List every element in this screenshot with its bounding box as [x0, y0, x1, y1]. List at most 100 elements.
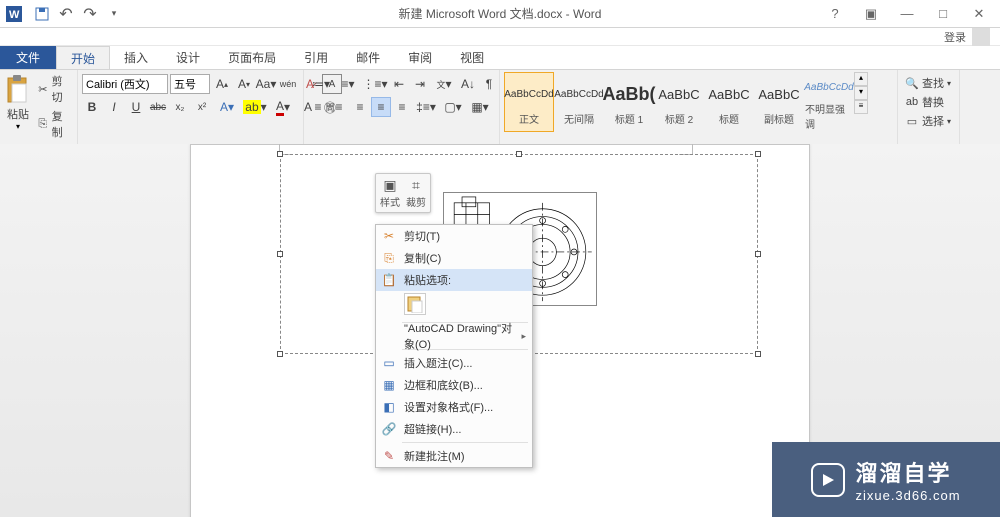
tab-review[interactable]: 审阅	[394, 46, 446, 69]
style-subtle-emphasis[interactable]: AaBbCcDd不明显强调	[804, 72, 854, 132]
paste-icon: 📋	[381, 272, 397, 288]
style-no-spacing[interactable]: AaBbCcDd无间隔	[554, 72, 604, 132]
tab-home[interactable]: 开始	[56, 46, 110, 69]
style-heading2[interactable]: AaBbC标题 2	[654, 72, 704, 132]
paste-button[interactable]: 粘贴 ▾	[4, 72, 32, 131]
strike-button[interactable]: abc	[148, 97, 168, 117]
resize-handle[interactable]	[277, 251, 283, 257]
align-left-button[interactable]: ≡	[308, 97, 328, 117]
tab-layout[interactable]: 页面布局	[214, 46, 290, 69]
ctx-borders[interactable]: ▦ 边框和底纹(B)...	[376, 374, 532, 396]
find-button[interactable]: 🔍查找▾	[902, 74, 954, 92]
ctx-hyperlink[interactable]: 🔗 超链接(H)...	[376, 418, 532, 440]
minimize-icon[interactable]: ―	[894, 4, 920, 24]
tab-file[interactable]: 文件	[0, 46, 56, 69]
ribbon-display-icon[interactable]: ▣	[858, 4, 884, 24]
sort-button[interactable]: A↓	[458, 74, 478, 94]
shading-button[interactable]: ▢▾	[440, 97, 466, 117]
ctx-autocad-object[interactable]: "AutoCAD Drawing"对象(O) ▸	[376, 325, 532, 347]
subscript-button[interactable]: x₂	[170, 97, 190, 117]
watermark-en: zixue.3d66.com	[855, 488, 960, 503]
change-case-button[interactable]: Aa▾	[256, 74, 276, 94]
increase-indent-button[interactable]: ⇥	[410, 74, 430, 94]
font-name-select[interactable]	[82, 74, 168, 94]
qat-more[interactable]: ▾	[104, 4, 124, 24]
close-icon[interactable]: ✕	[966, 4, 992, 24]
tab-design[interactable]: 设计	[162, 46, 214, 69]
align-center-button[interactable]: ≡	[329, 97, 349, 117]
resize-handle[interactable]	[755, 351, 761, 357]
font-size-select[interactable]	[170, 74, 210, 94]
tab-view[interactable]: 视图	[446, 46, 498, 69]
ctx-new-comment[interactable]: ✎ 新建批注(M)	[376, 445, 532, 467]
decrease-indent-button[interactable]: ⇤	[389, 74, 409, 94]
justify-button[interactable]: ≡	[371, 97, 391, 117]
show-marks-button[interactable]: ¶	[479, 74, 499, 94]
style-subtitle[interactable]: AaBbC副标题	[754, 72, 804, 132]
resize-handle[interactable]	[277, 351, 283, 357]
style-icon: ▣	[383, 177, 396, 194]
align-right-button[interactable]: ≡	[350, 97, 370, 117]
qat-save[interactable]	[32, 4, 52, 24]
ctx-cut[interactable]: ✂ 剪切(T)	[376, 225, 532, 247]
ctx-copy[interactable]: ⎘ 复制(C)	[376, 247, 532, 269]
ctx-paste-options-sub	[376, 291, 532, 320]
borders-icon: ▦	[381, 377, 397, 393]
paste-option-keep-source[interactable]	[404, 293, 426, 315]
ctx-insert-caption[interactable]: ▭ 插入题注(C)...	[376, 352, 532, 374]
maximize-icon[interactable]: □	[930, 4, 956, 24]
copy-button[interactable]: ⎘复制	[34, 107, 73, 141]
line-spacing-button[interactable]: ‡≡▾	[413, 97, 439, 117]
cut-button[interactable]: ✂剪切	[34, 72, 73, 106]
text-effects-button[interactable]: A▾	[214, 97, 240, 117]
numbering-button[interactable]: ≡▾	[335, 74, 361, 94]
qat-undo[interactable]: ↶	[56, 4, 76, 24]
underline-button[interactable]: U	[126, 97, 146, 117]
style-normal[interactable]: AaBbCcDd正文	[504, 72, 554, 132]
styles-scroll-up[interactable]: ▴	[854, 72, 868, 86]
context-menu: ✂ 剪切(T) ⎘ 复制(C) 📋 粘贴选项: "AutoCAD Drawing…	[375, 224, 533, 468]
comment-icon: ✎	[381, 448, 397, 464]
login-link[interactable]: 登录	[944, 29, 966, 45]
style-title[interactable]: AaBbC标题	[704, 72, 754, 132]
mini-crop-button[interactable]: ⌗ 裁剪	[404, 176, 428, 210]
paste-label: 粘贴	[7, 106, 29, 122]
ctx-format-object[interactable]: ◧ 设置对象格式(F)...	[376, 396, 532, 418]
styles-scroll-down[interactable]: ▾	[854, 86, 868, 100]
font-color-button[interactable]: A▾	[270, 97, 296, 117]
grow-font-button[interactable]: A▴	[212, 74, 232, 94]
select-button[interactable]: ▭选择▾	[902, 112, 954, 130]
replace-button[interactable]: ab替换	[902, 93, 947, 111]
asian-layout-button[interactable]: 文▾	[431, 74, 457, 94]
watermark-cn: 溜溜自学	[855, 456, 960, 488]
hyperlink-icon: 🔗	[381, 421, 397, 437]
scissors-icon: ✂	[37, 82, 49, 96]
resize-handle[interactable]	[277, 151, 283, 157]
tab-mailings[interactable]: 邮件	[342, 46, 394, 69]
resize-handle[interactable]	[755, 151, 761, 157]
bold-button[interactable]: B	[82, 97, 102, 117]
distribute-button[interactable]: ≡	[392, 97, 412, 117]
ctx-paste-options[interactable]: 📋 粘贴选项:	[376, 269, 532, 291]
styles-gallery[interactable]: AaBbCcDd正文 AaBbCcDd无间隔 AaBb(标题 1 AaBbC标题…	[504, 72, 854, 132]
style-heading1[interactable]: AaBb(标题 1	[604, 72, 654, 132]
bullets-button[interactable]: ≔▾	[308, 74, 334, 94]
tab-insert[interactable]: 插入	[110, 46, 162, 69]
superscript-button[interactable]: x²	[192, 97, 212, 117]
select-icon: ▭	[905, 114, 919, 128]
resize-handle[interactable]	[755, 251, 761, 257]
qat-redo[interactable]: ↷	[80, 4, 100, 24]
play-icon	[811, 463, 845, 497]
mini-style-button[interactable]: ▣ 样式	[378, 176, 402, 210]
resize-handle[interactable]	[516, 151, 522, 157]
phonetic-guide-button[interactable]: wén	[278, 74, 298, 94]
multilevel-button[interactable]: ⋮≡▾	[362, 74, 388, 94]
user-icon[interactable]	[972, 28, 990, 46]
borders-button[interactable]: ▦▾	[467, 97, 493, 117]
italic-button[interactable]: I	[104, 97, 124, 117]
styles-expand[interactable]: ≡	[854, 100, 868, 114]
shrink-font-button[interactable]: A▾	[234, 74, 254, 94]
tab-references[interactable]: 引用	[290, 46, 342, 69]
help-icon[interactable]: ?	[822, 4, 848, 24]
highlight-button[interactable]: ab▾	[242, 97, 268, 117]
